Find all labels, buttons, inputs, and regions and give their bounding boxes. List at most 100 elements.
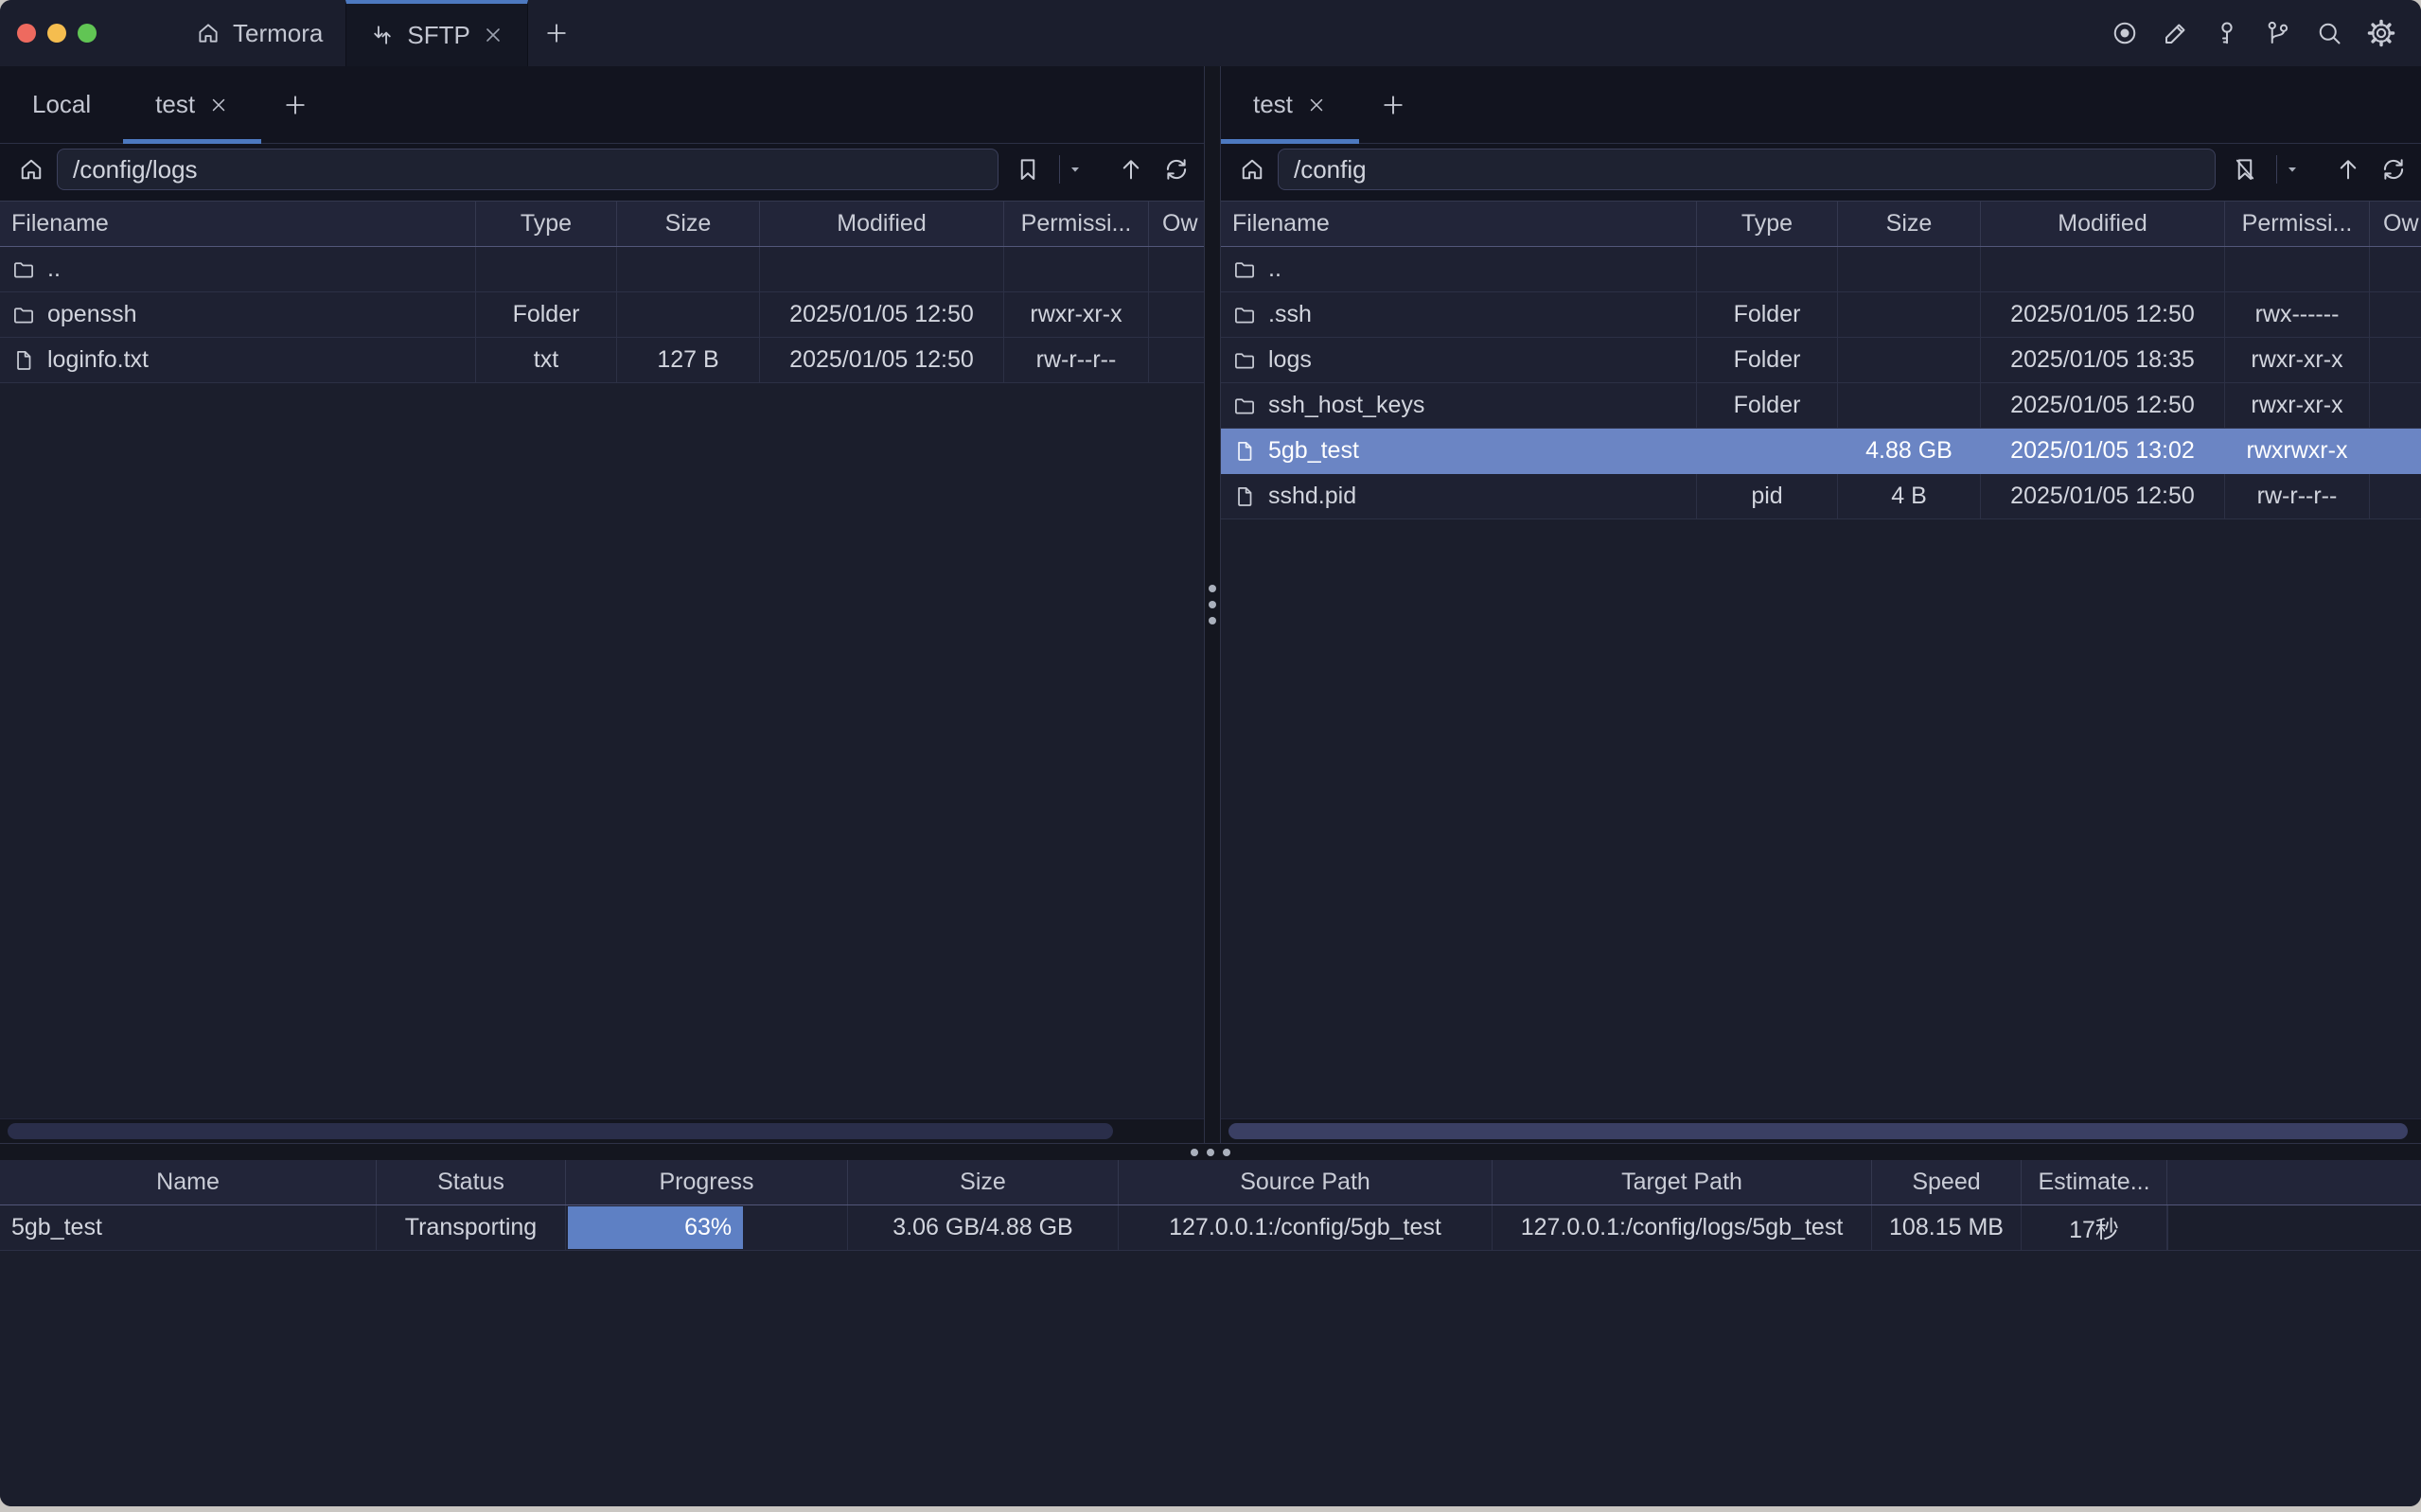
column-header-modified[interactable]: Modified — [1981, 202, 2225, 246]
pane-tab-Local[interactable]: Local — [0, 66, 123, 143]
file-row[interactable]: ssh_host_keysFolder2025/01/05 12:50rwxr-… — [1221, 383, 2421, 429]
titlebar-actions — [2111, 0, 2421, 66]
cell-owner — [2370, 429, 2421, 473]
close-icon[interactable] — [482, 24, 504, 46]
maximize-window-button[interactable] — [78, 24, 97, 43]
cell-type — [476, 247, 617, 291]
file-row[interactable]: sshd.pidpid4 B2025/01/05 12:50rw-r--r-- — [1221, 474, 2421, 519]
column-header-size[interactable]: Size — [1838, 202, 1981, 246]
home-icon[interactable] — [1238, 155, 1266, 184]
path-input[interactable] — [1278, 149, 2216, 190]
cell-size: 3.06 GB/4.88 GB — [848, 1205, 1119, 1250]
pane-tab-test[interactable]: test — [123, 66, 261, 143]
minimize-window-button[interactable] — [47, 24, 66, 43]
file-row[interactable]: loginfo.txttxt127 B2025/01/05 12:50rw-r-… — [0, 338, 1204, 383]
search-icon[interactable] — [2315, 19, 2343, 47]
progress-bar-fill: 63% — [568, 1206, 743, 1249]
horizontal-splitter[interactable] — [0, 1143, 2421, 1160]
close-icon[interactable] — [208, 95, 229, 115]
bookmark-split-button[interactable] — [1014, 155, 1083, 184]
new-pane-tab-button[interactable] — [1359, 66, 1427, 143]
column-header-permissions[interactable]: Permissi... — [2225, 202, 2370, 246]
new-main-tab-button[interactable] — [528, 0, 585, 66]
cell-modified — [760, 247, 1004, 291]
column-header-speed[interactable]: Speed — [1872, 1160, 2022, 1204]
cell-type: txt — [476, 338, 617, 382]
column-header-name[interactable]: Name — [0, 1160, 377, 1204]
tabs-list: test — [1221, 66, 1359, 143]
divider — [2276, 155, 2277, 184]
column-header-estimate[interactable]: Estimate... — [2022, 1160, 2167, 1204]
column-header-type[interactable]: Type — [1697, 202, 1838, 246]
path-input[interactable] — [57, 149, 998, 190]
file-row[interactable]: logsFolder2025/01/05 18:35rwxr-xr-x — [1221, 338, 2421, 383]
column-header-target_path[interactable]: Target Path — [1493, 1160, 1872, 1204]
transfers-header: NameStatusProgressSizeSource PathTarget … — [0, 1160, 2421, 1205]
file-row[interactable]: .sshFolder2025/01/05 12:50rwx------ — [1221, 292, 2421, 338]
file-table-header: FilenameTypeSizeModifiedPermissi...Ow — [1221, 202, 2421, 247]
horizontal-scrollbar[interactable] — [0, 1118, 1204, 1143]
column-header-filename[interactable]: Filename — [1221, 202, 1697, 246]
tab-sftp[interactable]: SFTP — [345, 0, 527, 66]
branch-icon[interactable] — [2264, 19, 2292, 47]
tab-termora[interactable]: Termora — [172, 0, 345, 66]
column-header-filename[interactable]: Filename — [0, 202, 476, 246]
column-header-owner[interactable]: Ow — [1149, 202, 1204, 246]
refresh-icon[interactable] — [2379, 155, 2408, 184]
new-pane-tab-button[interactable] — [261, 66, 329, 143]
refresh-icon[interactable] — [1162, 155, 1191, 184]
home-icon[interactable] — [17, 155, 45, 184]
tab-sftp-label: SFTP — [407, 21, 469, 50]
column-header-modified[interactable]: Modified — [760, 202, 1004, 246]
cell-modified: 2025/01/05 12:50 — [760, 292, 1004, 337]
cell-filename: logs — [1221, 338, 1697, 382]
column-header-owner[interactable]: Ow — [2370, 202, 2421, 246]
key-icon[interactable] — [2213, 19, 2241, 47]
record-icon[interactable] — [2111, 19, 2139, 47]
file-icon — [1232, 439, 1257, 464]
column-header-size[interactable]: Size — [617, 202, 760, 246]
up-directory-icon[interactable] — [2334, 155, 2362, 184]
divider — [1059, 155, 1060, 184]
tab-termora-label: Termora — [233, 19, 323, 48]
column-header-size[interactable]: Size — [848, 1160, 1119, 1204]
cell-name: 5gb_test — [0, 1205, 377, 1250]
vertical-splitter[interactable] — [1204, 66, 1221, 1143]
close-icon[interactable] — [1306, 95, 1327, 115]
file-row[interactable]: .. — [0, 247, 1204, 292]
transfer-row[interactable]: 5gb_testTransporting63%3.06 GB/4.88 GB12… — [0, 1205, 2421, 1251]
filename-text: logs — [1268, 346, 1312, 374]
bookmark-slash-icon[interactable] — [2231, 155, 2259, 184]
settings-icon[interactable] — [2366, 18, 2396, 48]
path-bar — [1221, 144, 2421, 201]
scrollbar-thumb[interactable] — [1228, 1123, 2408, 1139]
cell-filename: .. — [1221, 247, 1697, 291]
splitter-grip-icon — [1191, 1149, 1230, 1156]
app-window: Termora SFTP Localtest — [0, 0, 2421, 1506]
up-directory-icon[interactable] — [1117, 155, 1145, 184]
chevron-down-icon[interactable] — [1068, 162, 1083, 177]
chevron-down-icon[interactable] — [2285, 162, 2300, 177]
column-header-type[interactable]: Type — [476, 202, 617, 246]
column-header-progress[interactable]: Progress — [566, 1160, 848, 1204]
column-header-source_path[interactable]: Source Path — [1119, 1160, 1493, 1204]
cell-modified — [1981, 247, 2225, 291]
bookmark-split-button[interactable] — [2231, 155, 2300, 184]
column-header-permissions[interactable]: Permissi... — [1004, 202, 1149, 246]
horizontal-scrollbar[interactable] — [1221, 1118, 2421, 1143]
close-window-button[interactable] — [17, 24, 36, 43]
edit-icon[interactable] — [2162, 19, 2190, 47]
cell-size — [1838, 247, 1981, 291]
pane-tab-test[interactable]: test — [1221, 66, 1359, 143]
filename-text: sshd.pid — [1268, 483, 1356, 510]
folder-icon — [11, 303, 36, 327]
file-row[interactable]: .. — [1221, 247, 2421, 292]
column-header-status[interactable]: Status — [377, 1160, 566, 1204]
bookmark-icon[interactable] — [1014, 155, 1042, 184]
pane-tab-label: test — [1253, 90, 1293, 119]
file-row[interactable]: 5gb_test4.88 GB2025/01/05 13:02rwxrwxr-x — [1221, 429, 2421, 474]
file-row[interactable]: opensshFolder2025/01/05 12:50rwxr-xr-x — [0, 292, 1204, 338]
scrollbar-thumb[interactable] — [8, 1123, 1113, 1139]
cell-speed: 108.15 MB — [1872, 1205, 2022, 1250]
cell-permissions: rwx------ — [2225, 292, 2370, 337]
